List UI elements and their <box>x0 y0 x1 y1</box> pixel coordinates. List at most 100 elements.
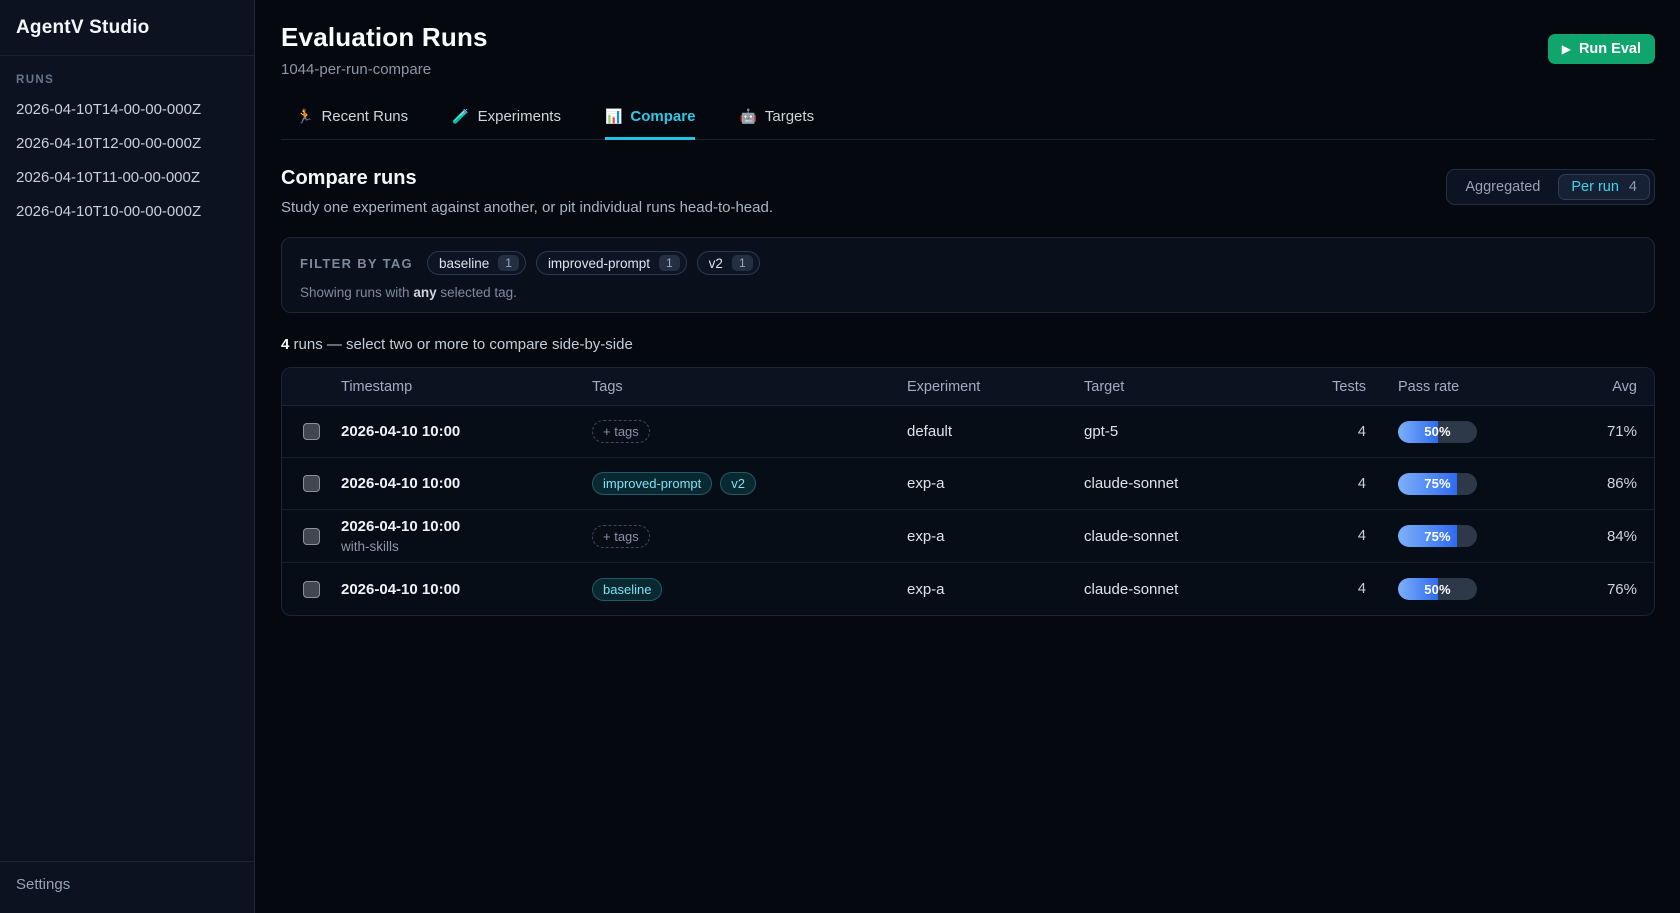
table-row: 2026-04-10 10:00 improved-prompt v2 exp-… <box>282 458 1654 510</box>
toggle-per-run[interactable]: Per run 4 <box>1558 174 1650 200</box>
sidebar-run-item[interactable]: 2026-04-10T11-00-00-000Z <box>16 169 238 186</box>
table-row: 2026-04-10 10:00 + tags default gpt-5 4 … <box>282 406 1654 458</box>
row-checkbox[interactable] <box>303 528 320 545</box>
tab-bar: 🏃 Recent Runs 🧪 Experiments 📊 Compare 🤖 … <box>281 108 1655 140</box>
add-tags-button[interactable]: + tags <box>592 420 650 443</box>
bar-chart-icon: 📊 <box>605 108 622 125</box>
run-target: claude-sonnet <box>1084 581 1306 598</box>
run-experiment: exp-a <box>907 581 1084 598</box>
run-avg: 86% <box>1566 475 1637 492</box>
col-tests: Tests <box>1306 379 1366 395</box>
run-eval-label: Run Eval <box>1579 41 1641 57</box>
run-tests: 4 <box>1306 476 1366 492</box>
page-title: Evaluation Runs <box>281 22 488 53</box>
app-title: AgentV Studio <box>0 0 254 56</box>
toggle-per-run-count: 4 <box>1629 179 1637 195</box>
col-avg: Avg <box>1566 379 1637 395</box>
tab-compare[interactable]: 📊 Compare <box>605 108 695 140</box>
table-row: 2026-04-10 10:00 with-skills + tags exp-… <box>282 510 1654 563</box>
run-target: gpt-5 <box>1084 423 1306 440</box>
filter-label: FILTER BY TAG <box>300 256 413 271</box>
row-checkbox[interactable] <box>303 475 320 492</box>
compare-heading: Compare runs <box>281 167 773 190</box>
tag-baseline[interactable]: baseline <box>592 578 662 601</box>
row-checkbox[interactable] <box>303 581 320 598</box>
pass-rate-label: 50% <box>1398 421 1477 443</box>
table-row: 2026-04-10 10:00 baseline exp-a claude-s… <box>282 563 1654 615</box>
tab-label: Recent Runs <box>321 108 408 125</box>
play-icon: ▶ <box>1562 42 1571 56</box>
run-experiment: exp-a <box>907 475 1084 492</box>
run-timestamp: 2026-04-10 10:00 <box>341 423 592 440</box>
sidebar-run-item[interactable]: 2026-04-10T10-00-00-000Z <box>16 203 238 220</box>
chip-label: improved-prompt <box>548 256 650 271</box>
tab-label: Targets <box>765 108 814 125</box>
toggle-per-run-label: Per run <box>1571 179 1619 195</box>
sidebar: AgentV Studio RUNS 2026-04-10T14-00-00-0… <box>0 0 255 913</box>
run-timestamp: 2026-04-10 10:00 <box>341 581 592 598</box>
filter-by-tag-card: FILTER BY TAG baseline 1 improved-prompt… <box>281 237 1655 313</box>
tab-label: Experiments <box>478 108 561 125</box>
col-tags: Tags <box>592 379 907 395</box>
run-experiment: default <box>907 423 1084 440</box>
chip-label: v2 <box>709 256 723 271</box>
filter-note-any: any <box>413 285 436 300</box>
run-tests: 4 <box>1306 528 1366 544</box>
toggle-aggregated[interactable]: Aggregated <box>1451 174 1554 200</box>
col-experiment: Experiment <box>907 379 1084 395</box>
compare-header: Compare runs Study one experiment agains… <box>281 167 1655 216</box>
filter-chip-v2[interactable]: v2 1 <box>697 251 760 275</box>
run-subtitle: with-skills <box>341 539 592 554</box>
sidebar-run-item[interactable]: 2026-04-10T12-00-00-000Z <box>16 135 238 152</box>
tag-v2[interactable]: v2 <box>720 472 756 495</box>
add-tags-button[interactable]: + tags <box>592 525 650 548</box>
chip-label: baseline <box>439 256 489 271</box>
settings-link[interactable]: Settings <box>0 861 254 913</box>
run-timestamp: 2026-04-10 10:00 <box>341 475 592 492</box>
runs-section-label: RUNS <box>16 74 238 86</box>
pass-rate-label: 50% <box>1398 578 1477 600</box>
main-content: Evaluation Runs 1044-per-run-compare ▶ R… <box>255 0 1680 913</box>
filter-note: Showing runs with any selected tag. <box>300 285 1636 300</box>
runs-table: Timestamp Tags Experiment Target Tests P… <box>281 367 1655 616</box>
page-header: Evaluation Runs 1044-per-run-compare ▶ R… <box>281 0 1655 78</box>
chip-count: 1 <box>498 255 519 271</box>
col-timestamp: Timestamp <box>341 379 592 395</box>
tag-improved-prompt[interactable]: improved-prompt <box>592 472 712 495</box>
pass-rate-pill: 75% <box>1398 525 1477 547</box>
run-avg: 76% <box>1566 581 1637 598</box>
compare-description: Study one experiment against another, or… <box>281 199 773 216</box>
tab-label: Compare <box>630 108 695 125</box>
runs-summary: 4 runs — select two or more to compare s… <box>281 336 1655 353</box>
pass-rate-label: 75% <box>1398 473 1477 495</box>
row-checkbox[interactable] <box>303 423 320 440</box>
run-timestamp: 2026-04-10 10:00 <box>341 518 592 535</box>
run-target: claude-sonnet <box>1084 528 1306 545</box>
run-eval-button[interactable]: ▶ Run Eval <box>1548 34 1655 64</box>
tab-targets[interactable]: 🤖 Targets <box>739 108 814 140</box>
app-root: AgentV Studio RUNS 2026-04-10T14-00-00-0… <box>0 0 1680 913</box>
table-header-row: Timestamp Tags Experiment Target Tests P… <box>282 368 1654 406</box>
tab-experiments[interactable]: 🧪 Experiments <box>452 108 561 140</box>
pass-rate-pill: 50% <box>1398 578 1477 600</box>
pass-rate-label: 75% <box>1398 525 1477 547</box>
run-tests: 4 <box>1306 581 1366 597</box>
run-avg: 84% <box>1566 528 1637 545</box>
sidebar-runs-section: RUNS 2026-04-10T14-00-00-000Z 2026-04-10… <box>0 56 254 861</box>
run-tests: 4 <box>1306 424 1366 440</box>
filter-chip-baseline[interactable]: baseline 1 <box>427 251 526 275</box>
chip-count: 1 <box>732 255 753 271</box>
view-mode-toggle: Aggregated Per run 4 <box>1446 169 1655 205</box>
tab-recent-runs[interactable]: 🏃 Recent Runs <box>296 108 408 140</box>
run-avg: 71% <box>1566 423 1637 440</box>
runner-icon: 🏃 <box>296 108 313 125</box>
col-target: Target <box>1084 379 1306 395</box>
run-target: claude-sonnet <box>1084 475 1306 492</box>
chip-count: 1 <box>659 255 680 271</box>
pass-rate-pill: 75% <box>1398 473 1477 495</box>
col-pass-rate: Pass rate <box>1366 379 1566 395</box>
filter-chip-improved-prompt[interactable]: improved-prompt 1 <box>536 251 687 275</box>
run-experiment: exp-a <box>907 528 1084 545</box>
sidebar-run-item[interactable]: 2026-04-10T14-00-00-000Z <box>16 101 238 118</box>
robot-icon: 🤖 <box>739 108 756 125</box>
